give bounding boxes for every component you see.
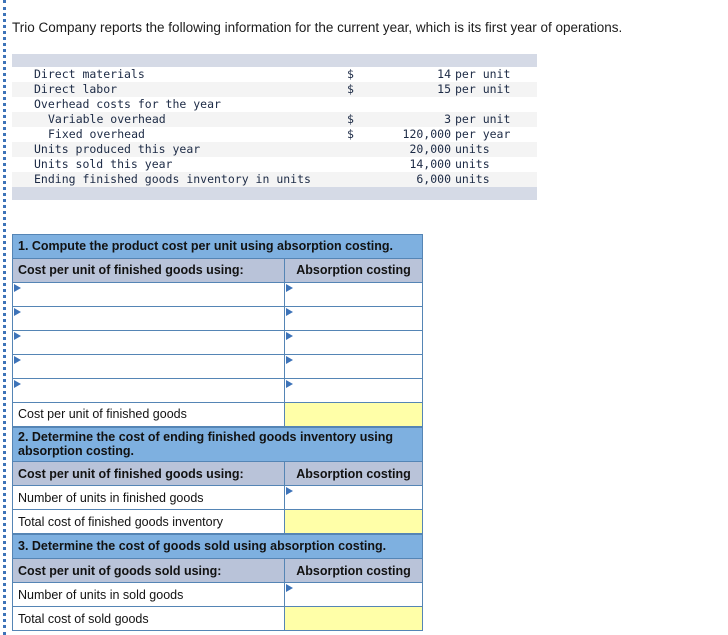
requirement-2-question: 2. Determine the cost of ending finished… xyxy=(11,426,424,463)
facts-row-amount: 20,000 xyxy=(373,141,455,157)
table-row: Number of units in sold goods xyxy=(12,582,423,608)
facts-row-currency xyxy=(345,141,373,157)
facts-row-currency: $ xyxy=(347,66,354,81)
requirement-1-item-value-3[interactable] xyxy=(283,329,424,355)
table-row xyxy=(12,377,424,403)
requirement-1-header-row: Cost per unit of finished goods using: A… xyxy=(12,257,424,283)
facts-row-currency: $ xyxy=(347,126,354,141)
requirement-1-item-label-4[interactable] xyxy=(12,353,285,379)
requirement-1-col-value: Absorption costing xyxy=(283,257,424,283)
requirement-2-total-value[interactable] xyxy=(283,509,424,535)
facts-footer-band-cell xyxy=(12,186,537,200)
requirement-2-col-value: Absorption costing xyxy=(283,461,424,487)
requirement-1-question: 1. Compute the product cost per unit usi… xyxy=(11,233,424,259)
facts-row-label: Fixed overhead xyxy=(48,126,145,141)
table-row: Units sold this year 14,000 units xyxy=(12,157,537,172)
requirement-1-question-row: 1. Compute the product cost per unit usi… xyxy=(11,233,424,259)
facts-row-amount: 14 xyxy=(437,66,451,81)
table-row xyxy=(12,329,424,355)
requirement-3-total-row: Total cost of sold goods xyxy=(12,606,423,632)
requirement-1-item-value-4[interactable] xyxy=(283,353,424,379)
requirement-2-col-label: Cost per unit of finished goods using: xyxy=(12,461,285,487)
requirement-1-item-label-3[interactable] xyxy=(12,329,285,355)
table-row xyxy=(12,305,424,331)
given-data-table: Direct materials $ 14 per unit Direct la… xyxy=(12,53,537,200)
table-row xyxy=(12,353,424,379)
facts-row-unit: per unit xyxy=(455,81,537,97)
requirement-1-item-value-5[interactable] xyxy=(283,377,424,403)
requirement-1-total-value[interactable] xyxy=(283,401,424,427)
facts-row-amount: 6,000 xyxy=(373,171,455,187)
facts-header-band xyxy=(12,53,537,67)
requirement-2-units-label: Number of units in finished goods xyxy=(12,485,285,511)
facts-row-label: Variable overhead xyxy=(12,111,345,127)
facts-row-amount: 14,000 xyxy=(409,156,451,171)
given-data-section: Direct materials $ 14 per unit Direct la… xyxy=(12,53,537,200)
facts-row-currency: $ xyxy=(345,111,373,127)
facts-row-unit: per year xyxy=(455,126,511,141)
facts-row-unit xyxy=(455,97,537,112)
requirement-2-table: 2. Determine the cost of ending finished… xyxy=(11,426,424,535)
requirements-section: 1. Compute the product cost per unit usi… xyxy=(11,233,424,632)
facts-row-unit: per unit xyxy=(455,66,511,81)
facts-row-amount: 120,000 xyxy=(402,126,451,141)
facts-row-label: Direct labor xyxy=(12,81,345,97)
facts-header-band-cell xyxy=(12,53,537,67)
facts-footer-band xyxy=(12,186,537,200)
requirement-1-table: 1. Compute the product cost per unit usi… xyxy=(11,233,424,427)
table-row: Overhead costs for the year xyxy=(12,97,537,112)
requirement-1-item-label-1[interactable] xyxy=(12,281,285,307)
requirement-2-total-label: Total cost of finished goods inventory xyxy=(12,509,285,535)
requirement-3-header-row: Cost per unit of goods sold using: Absor… xyxy=(12,558,423,584)
table-row: Direct labor $ 15 per unit xyxy=(12,81,537,97)
requirement-2-units-value[interactable] xyxy=(283,485,424,511)
requirement-1-col-label: Cost per unit of finished goods using: xyxy=(12,257,285,283)
facts-row-label: Units produced this year xyxy=(12,141,345,157)
problem-statement: Trio Company reports the following infor… xyxy=(12,20,623,35)
facts-row-label: Units sold this year xyxy=(34,156,173,171)
facts-row-unit: units xyxy=(455,156,490,171)
requirement-2-total-row: Total cost of finished goods inventory xyxy=(12,509,424,535)
facts-row-amount: 15 xyxy=(373,81,455,97)
facts-row-label: Overhead costs for the year xyxy=(34,96,221,111)
requirement-3-units-label: Number of units in sold goods xyxy=(12,582,285,608)
requirement-3-col-label: Cost per unit of goods sold using: xyxy=(12,558,285,584)
page-content: Trio Company reports the following infor… xyxy=(0,0,728,632)
requirement-3-units-value[interactable] xyxy=(284,582,423,608)
requirement-3-total-value[interactable] xyxy=(284,606,423,632)
table-row: Units produced this year 20,000 units xyxy=(12,141,537,157)
requirement-3-table: 3. Determine the cost of goods sold usin… xyxy=(12,534,423,632)
table-row xyxy=(12,281,424,307)
requirement-3-question-row: 3. Determine the cost of goods sold usin… xyxy=(12,534,423,560)
facts-row-unit: per unit xyxy=(455,111,537,127)
requirement-1-total-label: Cost per unit of finished goods xyxy=(12,401,285,427)
table-row: Direct materials $ 14 per unit xyxy=(12,67,537,82)
facts-row-label: Direct materials xyxy=(34,66,145,81)
requirement-1-total-row: Cost per unit of finished goods xyxy=(12,401,424,427)
requirement-2-header-row: Cost per unit of finished goods using: A… xyxy=(12,461,424,487)
table-row: Variable overhead $ 3 per unit xyxy=(12,111,537,127)
requirement-3-question: 3. Determine the cost of goods sold usin… xyxy=(12,534,423,560)
table-row: Fixed overhead $ 120,000 per year xyxy=(12,127,537,142)
facts-row-currency xyxy=(345,157,373,172)
requirement-1-item-value-2[interactable] xyxy=(283,305,424,331)
facts-row-currency xyxy=(345,97,373,112)
facts-row-currency xyxy=(345,171,373,187)
facts-row-amount xyxy=(373,97,455,112)
requirement-3-col-value: Absorption costing xyxy=(284,558,423,584)
facts-row-label: Ending finished goods inventory in units xyxy=(12,171,345,187)
facts-row-unit: units xyxy=(455,141,537,157)
requirement-1-item-label-2[interactable] xyxy=(12,305,285,331)
requirement-3-total-label: Total cost of sold goods xyxy=(12,606,285,632)
table-row: Ending finished goods inventory in units… xyxy=(12,171,537,187)
table-row: Number of units in finished goods xyxy=(12,485,424,511)
facts-row-unit: units xyxy=(455,171,537,187)
requirement-2-question-row: 2. Determine the cost of ending finished… xyxy=(11,426,424,463)
facts-row-amount: 3 xyxy=(373,111,455,127)
facts-row-currency: $ xyxy=(345,81,373,97)
requirement-1-item-label-5[interactable] xyxy=(12,377,285,403)
requirement-1-item-value-1[interactable] xyxy=(283,281,424,307)
